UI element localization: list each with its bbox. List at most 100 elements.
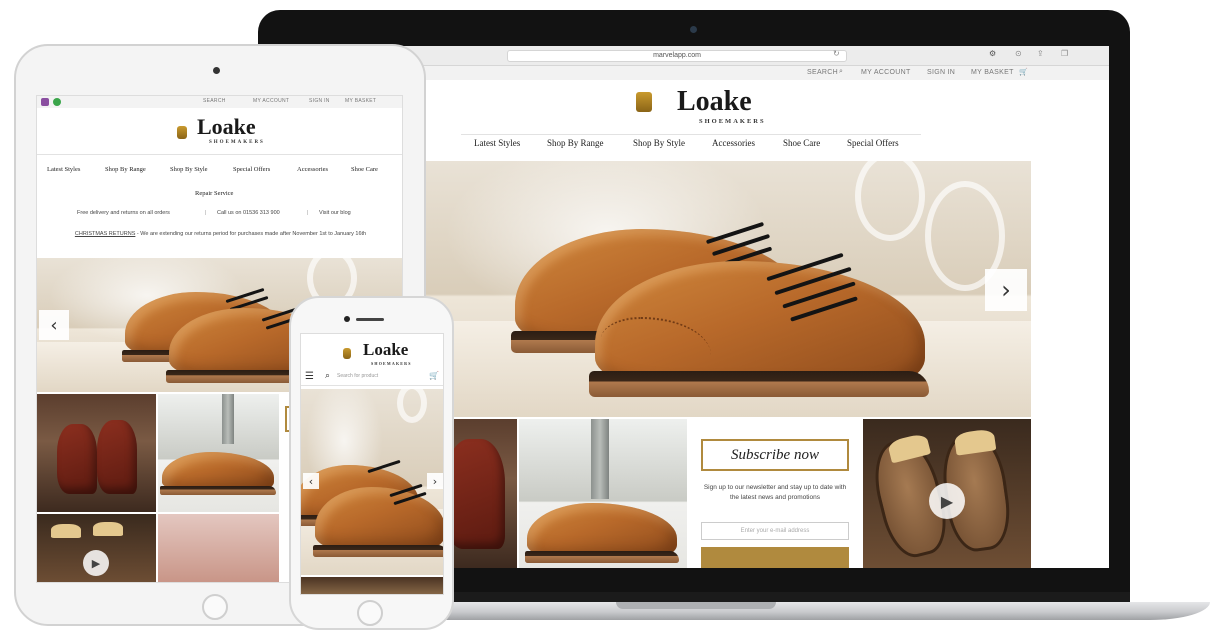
hero-image[interactable]: › [425, 161, 1031, 417]
phone-camera [344, 316, 350, 322]
video-play-button[interactable]: ▶ [929, 483, 965, 519]
chevron-right-icon: › [432, 474, 438, 488]
subscribe-button[interactable] [701, 547, 849, 568]
nav-shoe-care[interactable]: Shoe Care [351, 166, 378, 173]
shoe-image [160, 446, 278, 502]
nav-shop-by-style[interactable]: Shop By Style [170, 166, 208, 173]
laptop-camera [690, 26, 697, 33]
tile-shoe-image[interactable] [158, 394, 279, 512]
tile-shoe-image[interactable] [519, 419, 687, 568]
phone-toolbar: ☰ ⌕ Search for product 🛒 [301, 368, 443, 386]
play-icon: ▶ [940, 491, 954, 511]
util-my-account-link[interactable]: MY ACCOUNT [253, 98, 289, 104]
shoe-sole [160, 486, 276, 495]
app-icon[interactable] [53, 98, 61, 106]
header-divider [37, 154, 402, 155]
pillar [222, 394, 234, 444]
reload-icon[interactable]: ↻ [833, 49, 840, 58]
heel-shape [51, 524, 81, 538]
nav-shop-by-style[interactable]: Shop By Style [633, 138, 685, 148]
phone-screen: Loake SHOEMAKERS ☰ ⌕ Search for product … [300, 333, 444, 595]
crest-logo-icon [343, 348, 351, 359]
ornament-decoration [397, 389, 427, 423]
util-my-basket-link[interactable]: MY BASKET [345, 98, 376, 104]
shoe-upper [315, 487, 443, 551]
info-call-us[interactable]: Call us on 01536 313 900 [217, 210, 280, 216]
chevron-left-icon: ‹ [308, 474, 314, 488]
christmas-notice: CHRISTMAS RETURNS - We are extending our… [47, 230, 394, 238]
search-icon[interactable]: ⌕ [839, 68, 843, 76]
email-input[interactable]: Enter your e-mail address [701, 522, 849, 540]
header-divider [461, 134, 921, 135]
heel-shape [93, 522, 123, 536]
phone-home-button[interactable] [357, 600, 383, 626]
notice-label[interactable]: CHRISTMAS RETURNS [75, 231, 136, 237]
brand-logo[interactable]: Loake [197, 114, 256, 140]
info-visit-blog[interactable]: Visit our blog [319, 210, 351, 216]
shoe-sole [313, 545, 443, 557]
tile-partial-image[interactable] [301, 577, 443, 594]
nav-accessories[interactable]: Accessories [712, 138, 755, 148]
tabs-icon[interactable]: ❐ [1061, 49, 1068, 58]
brand-tagline: SHOEMAKERS [209, 140, 265, 145]
play-icon: ▶ [91, 556, 101, 570]
shoe-image [313, 473, 443, 569]
carousel-next-button[interactable]: › [985, 269, 1027, 311]
util-search-link[interactable]: SEARCH [203, 98, 226, 104]
nav-special-offers[interactable]: Special Offers [847, 138, 899, 148]
util-search-link[interactable]: SEARCH [807, 69, 838, 76]
share-icon[interactable]: ⇪ [1037, 49, 1044, 58]
carousel-next-button[interactable]: › [427, 473, 443, 489]
tile-boot-image[interactable] [37, 394, 156, 512]
util-my-basket-link[interactable]: MY BASKET [971, 69, 1014, 76]
crest-logo-icon [636, 92, 652, 112]
cart-icon[interactable]: 🛒 [429, 371, 439, 380]
menu-icon[interactable]: ☰ [305, 371, 314, 382]
cart-icon[interactable]: 🛒 [1019, 68, 1028, 76]
pillar [591, 419, 609, 499]
brand-logo[interactable]: Loake [363, 340, 408, 360]
extension-icon[interactable]: ⚙ [989, 49, 996, 58]
shoe-image [589, 221, 935, 411]
address-bar[interactable]: marvelapp.com [507, 50, 847, 62]
search-icon[interactable]: ⌕ [325, 371, 330, 381]
brand-logo[interactable]: Loake [677, 86, 752, 118]
nav-repair-service[interactable]: Repair Service [195, 190, 233, 197]
nav-accessories[interactable]: Accessories [297, 166, 328, 173]
laptop-notch [616, 602, 776, 609]
shoe-sole [525, 551, 679, 563]
nav-special-offers[interactable]: Special Offers [233, 166, 270, 173]
nav-shop-by-range[interactable]: Shop By Range [547, 138, 604, 148]
tile-accessories-image[interactable] [158, 514, 279, 582]
subscribe-panel: Subscribe now Sign up to our newsletter … [689, 419, 861, 568]
tablet-home-button[interactable] [202, 594, 228, 620]
boot-shape [97, 420, 137, 494]
video-play-button[interactable]: ▶ [83, 550, 109, 576]
nav-shoe-care[interactable]: Shoe Care [783, 138, 820, 148]
hero-image[interactable]: ‹ › [301, 389, 443, 575]
app-icon[interactable] [41, 98, 49, 106]
util-my-account-link[interactable]: MY ACCOUNT [861, 69, 911, 76]
util-sign-in-link[interactable]: SIGN IN [309, 98, 330, 104]
boot-shape [445, 439, 505, 549]
carousel-prev-button[interactable]: ‹ [303, 473, 319, 489]
brand-tagline: SHOEMAKERS [699, 118, 766, 125]
phone-speaker [356, 318, 384, 321]
nav-shop-by-range[interactable]: Shop By Range [105, 166, 146, 173]
nav-latest-styles[interactable]: Latest Styles [47, 166, 80, 173]
download-icon[interactable]: ⊙ [1015, 49, 1022, 58]
phone-search-input[interactable]: Search for product [337, 373, 378, 379]
notice-text: - We are extending our returns period fo… [135, 231, 367, 237]
tile-video-image[interactable]: ▶ [37, 514, 156, 582]
tile-video-image[interactable]: ▶ [863, 419, 1031, 568]
carousel-prev-button[interactable]: ‹ [39, 310, 69, 340]
nav-latest-styles[interactable]: Latest Styles [474, 138, 520, 148]
info-free-delivery: Free delivery and returns on all orders [77, 210, 170, 216]
info-separator: | [307, 210, 309, 216]
chevron-left-icon: ‹ [50, 314, 58, 336]
crest-logo-icon [177, 126, 187, 139]
tablet-camera [213, 67, 220, 74]
tablet-utility-bar: SEARCH MY ACCOUNT SIGN IN MY BASKET [37, 96, 402, 108]
brand-tagline: SHOEMAKERS [371, 361, 412, 366]
util-sign-in-link[interactable]: SIGN IN [927, 69, 955, 76]
